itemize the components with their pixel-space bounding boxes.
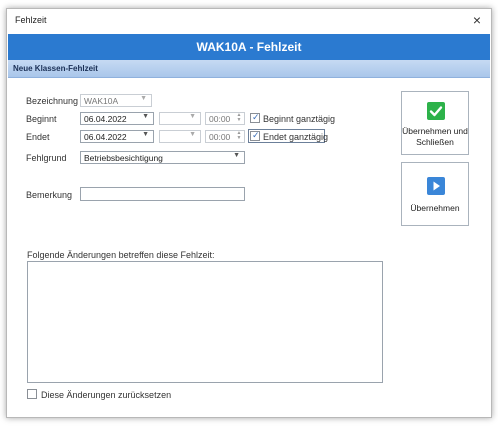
bezeichnung-select: WAK10A ▼ [80, 94, 152, 107]
endet-date-value: 06.04.2022 [84, 132, 127, 142]
fehlgrund-label: Fehlgrund [26, 153, 67, 163]
beginnt-time-value: 00:00 [209, 114, 231, 124]
fehlgrund-select[interactable]: Betriebsbesichtigung ▼ [80, 151, 245, 164]
chevron-down-icon[interactable]: ▼ [142, 113, 149, 120]
spinner-icon: ▲ ▼ [236, 130, 242, 141]
dialog-window: Fehlzeit × WAK10A - Fehlzeit Neue Klasse… [6, 8, 492, 418]
close-icon[interactable]: × [473, 12, 481, 28]
apply-button[interactable]: Übernehmen [401, 162, 469, 226]
beginnt-allday-label: Beginnt ganztägig [263, 114, 336, 124]
endet-allday-checkbox[interactable]: ✓ [250, 130, 260, 141]
endet-label: Endet [26, 132, 50, 142]
endet-date-input[interactable]: 06.04.2022 ▼ [80, 130, 154, 143]
beginnt-extra-select: ▼ [159, 112, 201, 125]
reset-label: Diese Änderungen zurücksetzen [41, 390, 172, 400]
changes-label: Folgende Änderungen betreffen diese Fehl… [27, 250, 215, 260]
bemerkung-input[interactable] [80, 187, 245, 201]
bezeichnung-label: Bezeichnung [26, 96, 79, 106]
chevron-down-icon[interactable]: ▼ [142, 131, 149, 138]
chevron-down-icon: ▼ [189, 131, 196, 138]
bezeichnung-value: WAK10A [84, 96, 119, 106]
checkmark-icon: ✓ [252, 130, 260, 140]
play-arrow-icon [427, 177, 445, 195]
fehlgrund-value: Betriebsbesichtigung [84, 153, 163, 163]
apply-close-button[interactable]: Übernehmen und Schließen [401, 91, 469, 155]
title-bar: Fehlzeit × [7, 9, 491, 33]
checkmark-icon: ✓ [252, 112, 260, 122]
chevron-down-icon[interactable]: ▼ [233, 152, 240, 159]
endet-allday-label: Endet ganztägig [263, 132, 329, 142]
beginnt-date-value: 06.04.2022 [84, 114, 127, 124]
endet-time-input: 00:00 ▲ ▼ [205, 130, 245, 143]
dialog-header: WAK10A - Fehlzeit [8, 34, 490, 60]
beginnt-date-input[interactable]: 06.04.2022 ▼ [80, 112, 154, 125]
section-header: Neue Klassen-Fehlzeit [8, 60, 490, 78]
chevron-down-icon: ▼ [189, 113, 196, 120]
spinner-icon: ▲ ▼ [236, 112, 242, 123]
endet-time-value: 00:00 [209, 132, 231, 142]
changes-list[interactable] [27, 261, 383, 383]
bemerkung-label: Bemerkung [26, 190, 73, 200]
section-title: Neue Klassen-Fehlzeit [13, 64, 98, 73]
checkmark-icon [427, 102, 445, 120]
beginnt-time-input: 00:00 ▲ ▼ [205, 112, 245, 125]
beginnt-label: Beginnt [26, 114, 57, 124]
beginnt-allday-checkbox[interactable]: ✓ [250, 112, 260, 123]
chevron-down-icon: ▼ [140, 95, 147, 102]
reset-checkbox[interactable] [27, 389, 37, 399]
apply-close-label: Übernehmen und Schließen [402, 126, 468, 147]
apply-label: Übernehmen [410, 203, 460, 213]
window-title: Fehlzeit [15, 15, 47, 25]
endet-extra-select: ▼ [159, 130, 201, 143]
